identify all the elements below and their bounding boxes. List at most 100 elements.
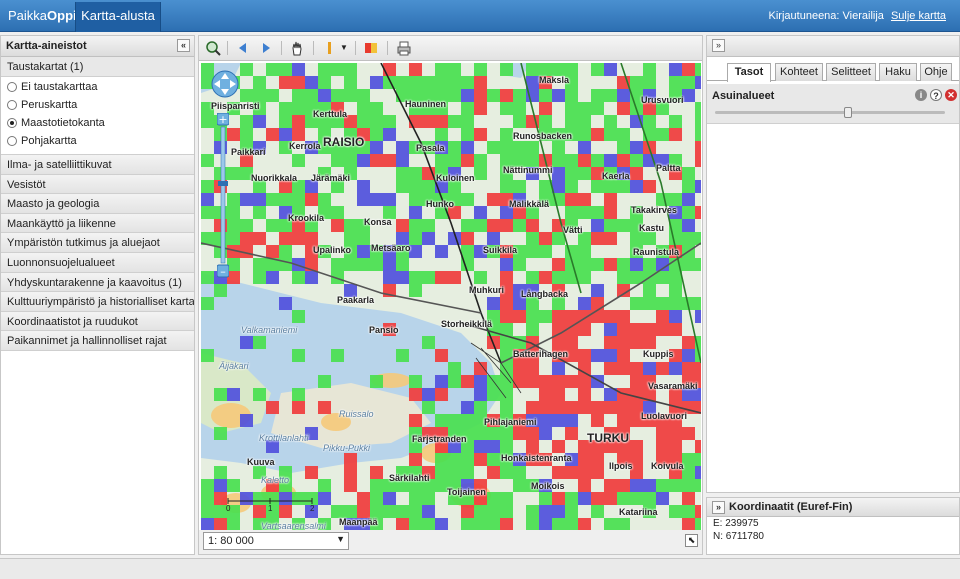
section-taustakartat[interactable]: Taustakartat (1) xyxy=(1,57,194,77)
place-label: Paikkari xyxy=(231,147,266,157)
basemap-option[interactable]: Peruskartta xyxy=(1,96,194,114)
collapse-left-button[interactable]: « xyxy=(177,39,190,52)
logout-link[interactable]: Sulje kartta xyxy=(891,10,946,22)
basemap-label: Maastotietokanta xyxy=(21,117,105,129)
basemap-option[interactable]: Ei taustakarttaa xyxy=(1,78,194,96)
place-label: Konsa xyxy=(364,217,392,227)
scale-value: 1: 80 000 xyxy=(208,535,254,547)
place-label: Kuloinen xyxy=(436,173,475,183)
toolbar-divider xyxy=(313,41,314,55)
place-label: Pasala xyxy=(416,143,445,153)
chevron-down-icon[interactable]: ▼ xyxy=(339,40,349,56)
section-item[interactable]: Maankäyttö ja liikenne xyxy=(1,213,194,234)
print-icon[interactable] xyxy=(396,40,412,56)
basemap-label: Ei taustakarttaa xyxy=(21,81,98,93)
overview-map-button[interactable]: ⬉ xyxy=(685,534,698,547)
section-list: Ilma- ja satelliittikuvat Vesistöt Maasto … xyxy=(1,155,194,351)
layer-row: Asuinalueet i ? ✕ xyxy=(707,84,959,124)
section-item[interactable]: Ilma- ja satelliittikuvat xyxy=(1,155,194,175)
place-label: Paakarla xyxy=(337,295,375,305)
basemap-option[interactable]: Pohjakartta xyxy=(1,132,194,150)
zoom-extent-icon[interactable] xyxy=(205,40,221,56)
place-label: Maanpää xyxy=(339,517,378,527)
radio-button[interactable] xyxy=(7,100,17,110)
place-label: Raunistula xyxy=(633,247,680,257)
place-label: Pansio xyxy=(369,325,399,335)
place-label: Krookila xyxy=(288,213,325,223)
section-item[interactable]: Vesistöt xyxy=(1,174,194,195)
section-item[interactable]: Luonnonsuojelualueet xyxy=(1,252,194,273)
water-label: Äijäkari xyxy=(219,361,249,371)
scale-select[interactable]: 1: 80 000 ▼ xyxy=(203,532,349,550)
tab-tasot[interactable]: Tasot xyxy=(727,63,771,82)
radio-button[interactable] xyxy=(7,82,17,92)
remove-layer-icon[interactable]: ✕ xyxy=(945,89,957,101)
place-label: Järämäki xyxy=(311,173,351,183)
info-icon[interactable]: i xyxy=(915,89,927,101)
place-label: Kaerla xyxy=(602,171,630,181)
back-arrow-icon[interactable] xyxy=(235,40,251,56)
radio-button[interactable] xyxy=(7,136,17,146)
panel-header: Kartta-aineistot « xyxy=(1,36,194,57)
opacity-slider[interactable] xyxy=(715,107,945,118)
place-label: Nättinummi xyxy=(503,165,553,175)
brand-logo[interactable]: PaikkaOppi xyxy=(8,8,77,23)
tab-ohje[interactable]: Ohje xyxy=(920,63,952,81)
place-label: Mälikkälä xyxy=(509,199,550,209)
map-layers xyxy=(201,63,701,530)
place-label: Takakirves xyxy=(631,205,677,215)
draw-tool-icon[interactable] xyxy=(323,40,339,56)
map-canvas[interactable]: Maksla Hauninen Urusvuori Kerttula RAISIO Pas… xyxy=(201,63,701,530)
section-item[interactable]: Koordinaatistot ja ruudukot xyxy=(1,311,194,332)
coordinate-e: E: 239975 xyxy=(713,518,759,529)
water-label: Valkamaniemi xyxy=(241,325,298,335)
tab-selitteet[interactable]: Selitteet xyxy=(826,63,876,81)
basemap-option[interactable]: Maastotietokanta xyxy=(1,114,194,132)
chevron-down-icon: ▼ xyxy=(336,534,345,544)
help-icon[interactable]: ? xyxy=(930,89,942,101)
section-item[interactable]: Yhdyskuntarakenne ja kaavoitus (1) xyxy=(1,272,194,293)
section-item[interactable]: Maasto ja geologia xyxy=(1,194,194,214)
right-panel: » Tasot Kohteet Selitteet Haku Ohje Asuinalu… xyxy=(706,35,960,493)
radio-button[interactable] xyxy=(7,118,17,128)
section-item[interactable]: Kulttuuriympäristö ja historialliset kar… xyxy=(1,292,194,312)
scale-tick: 1 xyxy=(268,504,273,513)
right-tabs: Tasot Kohteet Selitteet Haku Ohje xyxy=(707,61,959,82)
place-label: RAISIO xyxy=(323,135,365,149)
opacity-slider-handle[interactable] xyxy=(844,107,853,118)
place-label: Paltta xyxy=(656,163,681,173)
status-bar xyxy=(0,558,960,579)
tab-kohteet[interactable]: Kohteet xyxy=(775,63,823,81)
place-label: Koivula xyxy=(651,461,684,471)
place-label: Kuppis xyxy=(643,349,674,359)
place-label: Maksla xyxy=(539,75,570,85)
scale-tick: 2 xyxy=(310,504,315,513)
place-label: Upalinko xyxy=(313,245,352,255)
place-label: Suikkila xyxy=(483,245,518,255)
place-label: Urusvuori xyxy=(641,95,684,105)
basemap-label: Pohjakartta xyxy=(21,135,77,147)
tab-haku[interactable]: Haku xyxy=(879,63,917,81)
collapse-coordinates-button[interactable]: » xyxy=(712,501,725,514)
tab-kartta-alusta[interactable]: Kartta-alusta xyxy=(75,2,161,32)
place-label: Vätti xyxy=(563,225,583,235)
section-item[interactable]: Ympäristön tutkimus ja aluejaot xyxy=(1,233,194,253)
place-label: Kerrola xyxy=(289,141,321,151)
place-label: Katariina xyxy=(619,507,658,517)
toolbar-divider xyxy=(227,41,228,55)
section-item[interactable]: Paikannimet ja hallinnolliset rajat xyxy=(1,331,194,351)
coordinates-title: Koordinaatit (Euref-Fin) xyxy=(729,501,853,513)
scale-tick: 0 xyxy=(226,504,231,513)
legend-icon[interactable] xyxy=(363,40,379,56)
map-footer: 1: 80 000 ▼ ⬉ xyxy=(199,530,702,554)
pan-control[interactable] xyxy=(211,70,239,98)
place-label: Kastu xyxy=(639,223,665,233)
zoom-slider[interactable]: + – xyxy=(217,113,229,278)
scale-bar: 0 1 2 xyxy=(226,497,316,513)
forward-arrow-icon[interactable] xyxy=(258,40,274,56)
collapse-right-button[interactable]: » xyxy=(712,39,725,52)
pan-hand-icon[interactable] xyxy=(289,40,305,56)
place-label: Särkilahti xyxy=(389,473,430,483)
toolbar-divider xyxy=(355,41,356,55)
place-label: Runosbacken xyxy=(513,131,573,141)
